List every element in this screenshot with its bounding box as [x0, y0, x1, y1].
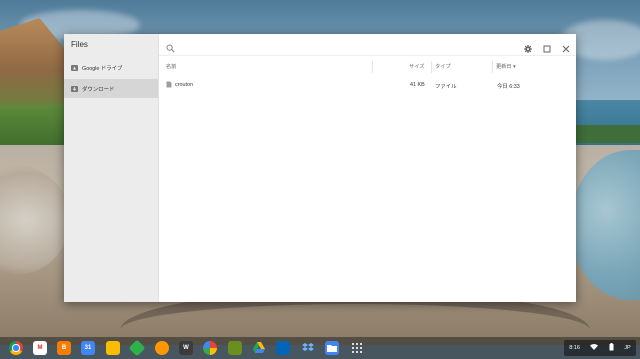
headphones-icon[interactable] [155, 341, 169, 355]
search-icon[interactable] [166, 40, 175, 53]
clock: 8:16 [569, 345, 580, 351]
maximize-icon[interactable] [543, 40, 551, 53]
window-controls [524, 40, 570, 53]
column-divider[interactable] [492, 61, 493, 73]
ime-indicator: JP [624, 345, 631, 351]
column-header-type[interactable]: タイプ [435, 63, 451, 70]
file-name: crouton [175, 82, 193, 88]
column-header-name[interactable]: 名前 [166, 63, 176, 70]
column-header-size[interactable]: サイズ [409, 63, 424, 70]
file-row[interactable]: crouton 41 KB ファイル 今日 6:33 [159, 76, 576, 94]
app-title: Files [71, 40, 88, 49]
grass [0, 105, 66, 150]
battery-icon [609, 343, 614, 353]
downloads-folder-icon [71, 85, 78, 92]
toolbar [159, 34, 576, 56]
column-header-date[interactable]: 更新日 ▾ [496, 63, 516, 70]
feedly-icon[interactable] [128, 339, 146, 357]
file-date: 今日 6:33 [497, 84, 520, 90]
status-tray[interactable]: 8:16 JP [564, 340, 636, 356]
file-list-pane: 名前 サイズ タイプ 更新日 ▾ crouton 41 KB ファイル 今日 6… [159, 34, 576, 302]
app-launcher-icon[interactable] [350, 341, 364, 355]
file-type: ファイル [435, 84, 457, 90]
onedrive-icon[interactable] [276, 341, 290, 355]
files-window: Files Google ドライブ ダウンロード 名前 サイズ タイプ 更新日 … [64, 34, 576, 302]
blogger-icon[interactable]: B [57, 341, 71, 355]
column-divider[interactable] [431, 61, 432, 73]
google-drive-icon [71, 64, 78, 71]
keep-icon[interactable] [106, 341, 120, 355]
drive-icon[interactable] [252, 341, 266, 355]
shelf: M B 31 W 8:16 JP [0, 337, 640, 359]
grass [576, 125, 640, 143]
sidebar-item-downloads[interactable]: ダウンロード [64, 79, 158, 98]
dropbox-icon[interactable] [301, 341, 315, 355]
sidebar-item-google-drive[interactable]: Google ドライブ [64, 58, 158, 77]
gmail-icon[interactable]: M [33, 341, 47, 355]
chrome-icon[interactable] [9, 341, 23, 355]
column-headers: 名前 サイズ タイプ 更新日 ▾ [159, 56, 576, 76]
sidebar-item-label: ダウンロード [82, 86, 115, 93]
close-icon[interactable] [562, 40, 570, 53]
wifi-icon [590, 344, 599, 352]
evernote-icon[interactable] [228, 341, 242, 355]
calendar-icon[interactable]: 31 [81, 341, 95, 355]
app-w-icon[interactable]: W [179, 341, 193, 355]
files-icon[interactable] [325, 341, 339, 355]
gear-icon[interactable] [524, 40, 532, 53]
file-icon [166, 81, 172, 88]
file-size: 41 KB [410, 82, 425, 88]
photos-icon[interactable] [203, 341, 217, 355]
column-divider[interactable] [372, 61, 373, 73]
sidebar-item-label: Google ドライブ [82, 65, 123, 72]
sidebar: Files Google ドライブ ダウンロード [64, 34, 159, 302]
